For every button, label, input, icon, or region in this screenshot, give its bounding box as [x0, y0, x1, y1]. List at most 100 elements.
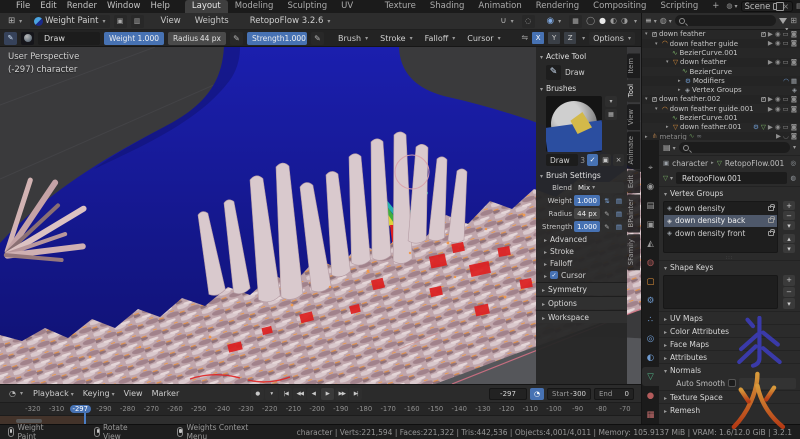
sidebar-tab-item[interactable]: Item [627, 53, 640, 78]
tab-tool[interactable]: ⌖ [642, 158, 659, 177]
strength-pressure-icon[interactable]: ✎ [311, 32, 324, 45]
new-scene-icon[interactable] [773, 3, 779, 10]
new-collection-button[interactable]: ⊞ [790, 17, 797, 25]
shading-rendered-icon[interactable]: ◑ [621, 17, 628, 25]
tab-texture[interactable]: ▦ [642, 405, 659, 424]
tab-view-layer[interactable]: ▣ [642, 215, 659, 234]
frame-start-field[interactable]: Start-300 [547, 388, 591, 400]
breadcrumb-data[interactable]: RetopoFlow.001 [725, 159, 785, 168]
shape-keys-list[interactable] [663, 275, 778, 309]
vertex-group-item-selected[interactable]: ◈ down density back [664, 215, 777, 228]
preview-range-toggle[interactable]: ◔ [530, 388, 544, 400]
lock-icon[interactable] [768, 218, 774, 223]
outliner-editor-type-button[interactable]: ≡ [645, 17, 657, 25]
vertex-group-specials-button[interactable]: ▾ [783, 221, 795, 230]
outliner-row-object[interactable]: ▸▽ down feather.001 ⚙▽▶◉▭◙ [642, 123, 800, 132]
brush-name-field-sidebar[interactable]: Draw [546, 154, 578, 166]
stroke-dropdown[interactable]: Stroke [376, 32, 417, 45]
show-gizmo-toggle[interactable]: ◉ [543, 15, 565, 28]
remove-shape-key-button[interactable]: − [783, 287, 795, 298]
weight-slider-sidebar[interactable]: 1.000 [574, 195, 600, 206]
mesh-data-dropdown[interactable]: ▽ [663, 175, 673, 182]
snap-toggle[interactable]: ∪ [496, 15, 517, 28]
workspace-tab-layout[interactable]: Layout [185, 0, 228, 13]
tab-render[interactable]: ◉ [642, 177, 659, 196]
duplicate-brush-button[interactable]: ▣ [600, 154, 611, 166]
blend-dropdown[interactable]: Mix [574, 182, 624, 193]
radius-pressure-toggle[interactable]: ✎ [602, 208, 612, 219]
face-maps-section[interactable]: Face Maps [659, 337, 800, 350]
hide-icon[interactable]: ◉ [775, 31, 781, 38]
weight-unified-toggle[interactable]: ▤ [614, 195, 624, 206]
mirror-dropdown[interactable] [580, 34, 585, 42]
outliner-row-object[interactable]: ▾▽ down feather ▶◉▭◙ [642, 58, 800, 67]
outliner-row-data[interactable]: ∿ BezierCurve [642, 67, 800, 76]
workspace-panel[interactable]: Workspace [536, 310, 627, 323]
weight-slider[interactable]: Weight 1.000 [104, 32, 164, 45]
timeline-editor-type-button[interactable]: ◔ [5, 387, 27, 400]
keying-dropdown[interactable]: ▾ [265, 388, 278, 400]
brush-preview-icon[interactable] [21, 32, 34, 45]
workspace-tab-rendering[interactable]: Rendering [529, 0, 586, 13]
tab-object[interactable]: ▢ [642, 272, 659, 291]
viewport-disable-icon[interactable]: ▭ [783, 31, 789, 38]
render-disable-icon[interactable]: ◙ [791, 31, 797, 38]
radius-slider[interactable]: Radius 44 px [168, 32, 226, 45]
outliner-row-object[interactable]: ▾◠ down feather guide ▶◉▭◙ [642, 39, 800, 48]
brush-preview[interactable] [546, 96, 602, 152]
timeline-track[interactable] [0, 416, 641, 424]
outliner-row-data[interactable]: ∿ BezierCurve.001 [642, 48, 800, 57]
menu-marker[interactable]: Marker [149, 389, 183, 398]
tab-object-data[interactable]: ▽ [642, 367, 659, 386]
active-tool-row[interactable]: ✎ Draw [540, 62, 624, 82]
falloff-subpanel[interactable]: Falloff [540, 257, 624, 269]
tab-scene[interactable]: ◭ [642, 234, 659, 253]
frame-end-field[interactable]: End0 [594, 388, 634, 400]
menu-window[interactable]: Window [102, 0, 146, 13]
filter-icon[interactable] [779, 18, 787, 24]
weight-unified-icon[interactable]: ⇅ [602, 195, 612, 206]
workspace-tab-sculpting[interactable]: Sculpting [280, 0, 334, 13]
radius-slider-sidebar[interactable]: 44 px [574, 208, 600, 219]
exclude-checkbox[interactable]: ✓ [761, 32, 766, 37]
brush-texture-icon[interactable]: ▦ [605, 109, 617, 120]
fake-user-toggle[interactable]: ✓ [587, 154, 598, 166]
brushes-section[interactable]: Brushes [540, 82, 624, 94]
workspace-tab-texture-paint[interactable]: Texture Paint [378, 0, 423, 13]
browse-scene-icon[interactable]: ◍ [726, 3, 737, 10]
active-brush-icon[interactable]: ✎ [4, 32, 17, 45]
workspace-tab-scripting[interactable]: Scripting [653, 0, 705, 13]
outliner-row-data[interactable]: ∿ BezierCurve.001 [642, 113, 800, 122]
menu-timeline-view[interactable]: View [121, 389, 146, 398]
face-mask-toggle[interactable]: ▣ [114, 15, 127, 28]
mirror-z-toggle[interactable]: Z [564, 32, 576, 44]
cursor-checkbox[interactable]: ✓ [550, 271, 558, 279]
timeline-ruler[interactable]: -320 -310 -297 -290 -280 -270 -260 -250 … [0, 403, 641, 416]
browse-viewlayer-icon[interactable]: ▤ [796, 3, 800, 10]
sidebar-tab-tool[interactable]: Tool [627, 79, 640, 102]
retopoflow-menu[interactable]: RetopoFlow 3.2.6 [246, 15, 335, 28]
sidebar-tab-animate[interactable]: Animate [627, 131, 640, 169]
collection-checkbox[interactable]: ✓ [652, 97, 657, 102]
prev-keyframe-button[interactable]: ◀◀ [293, 388, 306, 400]
data-name-field[interactable]: RetopoFlow.001 [676, 172, 787, 184]
cursor-dropdown[interactable]: Cursor [463, 32, 504, 45]
strength-unified-toggle[interactable]: ▤ [614, 221, 624, 232]
tab-physics[interactable]: ◎ [642, 329, 659, 348]
auto-smooth-angle-slider[interactable] [739, 378, 796, 389]
mirror-x-toggle[interactable]: X [532, 32, 544, 44]
timeline-scrollbar[interactable] [16, 419, 42, 423]
menu-view[interactable]: View [156, 15, 186, 28]
menu-render[interactable]: Render [62, 0, 102, 13]
jump-to-start-button[interactable]: |◀ [279, 388, 292, 400]
breadcrumb-object[interactable]: character [672, 159, 708, 168]
workspace-tab-modeling[interactable]: Modeling [228, 0, 281, 13]
mode-selector[interactable]: Weight Paint [30, 15, 109, 28]
texture-space-section[interactable]: Texture Space [659, 390, 800, 403]
shading-solid-icon[interactable]: ● [599, 17, 606, 25]
auto-smooth-checkbox[interactable] [728, 379, 736, 387]
vertex-group-item[interactable]: ◈ down density [664, 202, 777, 215]
properties-search-input[interactable] [679, 142, 790, 153]
cursor-subpanel[interactable]: ✓Cursor [540, 269, 624, 281]
sidebar-tab-sfamily[interactable]: SFamily [627, 234, 640, 270]
